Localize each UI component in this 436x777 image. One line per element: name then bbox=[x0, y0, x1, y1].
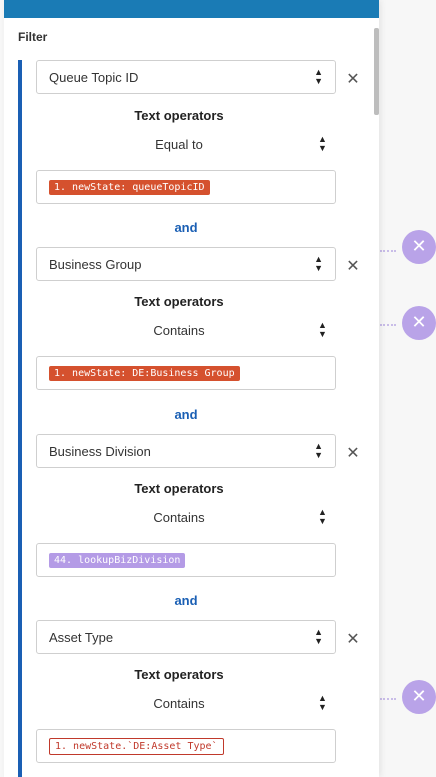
sort-icon: ▲ ▼ bbox=[318, 693, 327, 712]
mapped-token[interactable]: 1. newState: DE:Business Group bbox=[49, 365, 240, 381]
mapped-token[interactable]: 1. newState.`DE:Asset Type` bbox=[49, 737, 224, 755]
and-connector[interactable]: and bbox=[36, 593, 336, 608]
operator-select[interactable]: Equal to ▲ ▼ bbox=[36, 133, 336, 155]
sort-icon: ▲ ▼ bbox=[314, 627, 323, 646]
field-select[interactable]: Business Group ▲ ▼ bbox=[36, 247, 336, 281]
panel-title: Filter bbox=[18, 30, 48, 44]
field-select-value: Business Group bbox=[49, 256, 142, 272]
bg-module-node[interactable]: ✕ bbox=[392, 306, 436, 343]
field-select[interactable]: Asset Type ▲ ▼ bbox=[36, 620, 336, 654]
operator-select[interactable]: Contains ▲ ▼ bbox=[36, 692, 336, 714]
scrollbar[interactable] bbox=[374, 28, 379, 115]
field-select-value: Queue Topic ID bbox=[49, 69, 139, 85]
operator-group-label: Text operators bbox=[134, 481, 224, 496]
sort-icon: ▲ ▼ bbox=[314, 67, 323, 86]
close-icon[interactable]: ✕ bbox=[346, 631, 360, 647]
tools-icon: ✕ bbox=[402, 306, 436, 340]
value-input[interactable]: 1. newState: queueTopicID bbox=[36, 170, 336, 204]
value-input[interactable]: 1. newState: DE:Business Group bbox=[36, 356, 336, 390]
sort-icon: ▲ ▼ bbox=[314, 441, 323, 460]
sort-icon: ▲ ▼ bbox=[318, 320, 327, 339]
bg-module-node[interactable]: ✕ bbox=[392, 680, 436, 717]
operator-value: Contains bbox=[153, 509, 205, 525]
sort-icon: ▲ ▼ bbox=[314, 254, 323, 273]
operator-group-label: Text operators bbox=[134, 294, 224, 309]
field-select[interactable]: Queue Topic ID ▲ ▼ bbox=[36, 60, 336, 94]
panel-header bbox=[4, 0, 379, 18]
close-icon[interactable]: ✕ bbox=[346, 445, 360, 461]
operator-value: Equal to bbox=[155, 136, 203, 152]
operator-value: Contains bbox=[153, 322, 205, 338]
tools-icon: ✕ bbox=[402, 230, 436, 264]
field-select-value: Business Division bbox=[49, 443, 151, 459]
filter-panel: Filter Queue Topic ID ▲ ▼ ✕ Text operator… bbox=[4, 0, 379, 777]
mapped-token[interactable]: 1. newState: queueTopicID bbox=[49, 179, 210, 195]
operator-select[interactable]: Contains ▲ ▼ bbox=[36, 506, 336, 528]
operator-select[interactable]: Contains ▲ ▼ bbox=[36, 319, 336, 341]
field-select-value: Asset Type bbox=[49, 629, 114, 645]
operator-group-label: Text operators bbox=[134, 108, 224, 123]
operator-group-label: Text operators bbox=[134, 667, 224, 682]
bg-module-node[interactable]: ✕ bbox=[392, 230, 436, 267]
value-input[interactable]: 1. newState.`DE:Asset Type` bbox=[36, 729, 336, 763]
close-icon[interactable]: ✕ bbox=[346, 258, 360, 274]
tools-icon: ✕ bbox=[402, 680, 436, 714]
and-connector[interactable]: and bbox=[36, 407, 336, 422]
close-icon[interactable]: ✕ bbox=[346, 71, 360, 87]
and-connector[interactable]: and bbox=[36, 220, 336, 235]
sort-icon: ▲ ▼ bbox=[318, 507, 327, 526]
operator-value: Contains bbox=[153, 695, 205, 711]
sort-icon: ▲ ▼ bbox=[318, 134, 327, 153]
condition-group-bar bbox=[18, 60, 22, 777]
mapped-token[interactable]: 44. lookupBizDivision bbox=[49, 552, 186, 568]
value-input[interactable]: 44. lookupBizDivision bbox=[36, 543, 336, 577]
field-select[interactable]: Business Division ▲ ▼ bbox=[36, 434, 336, 468]
